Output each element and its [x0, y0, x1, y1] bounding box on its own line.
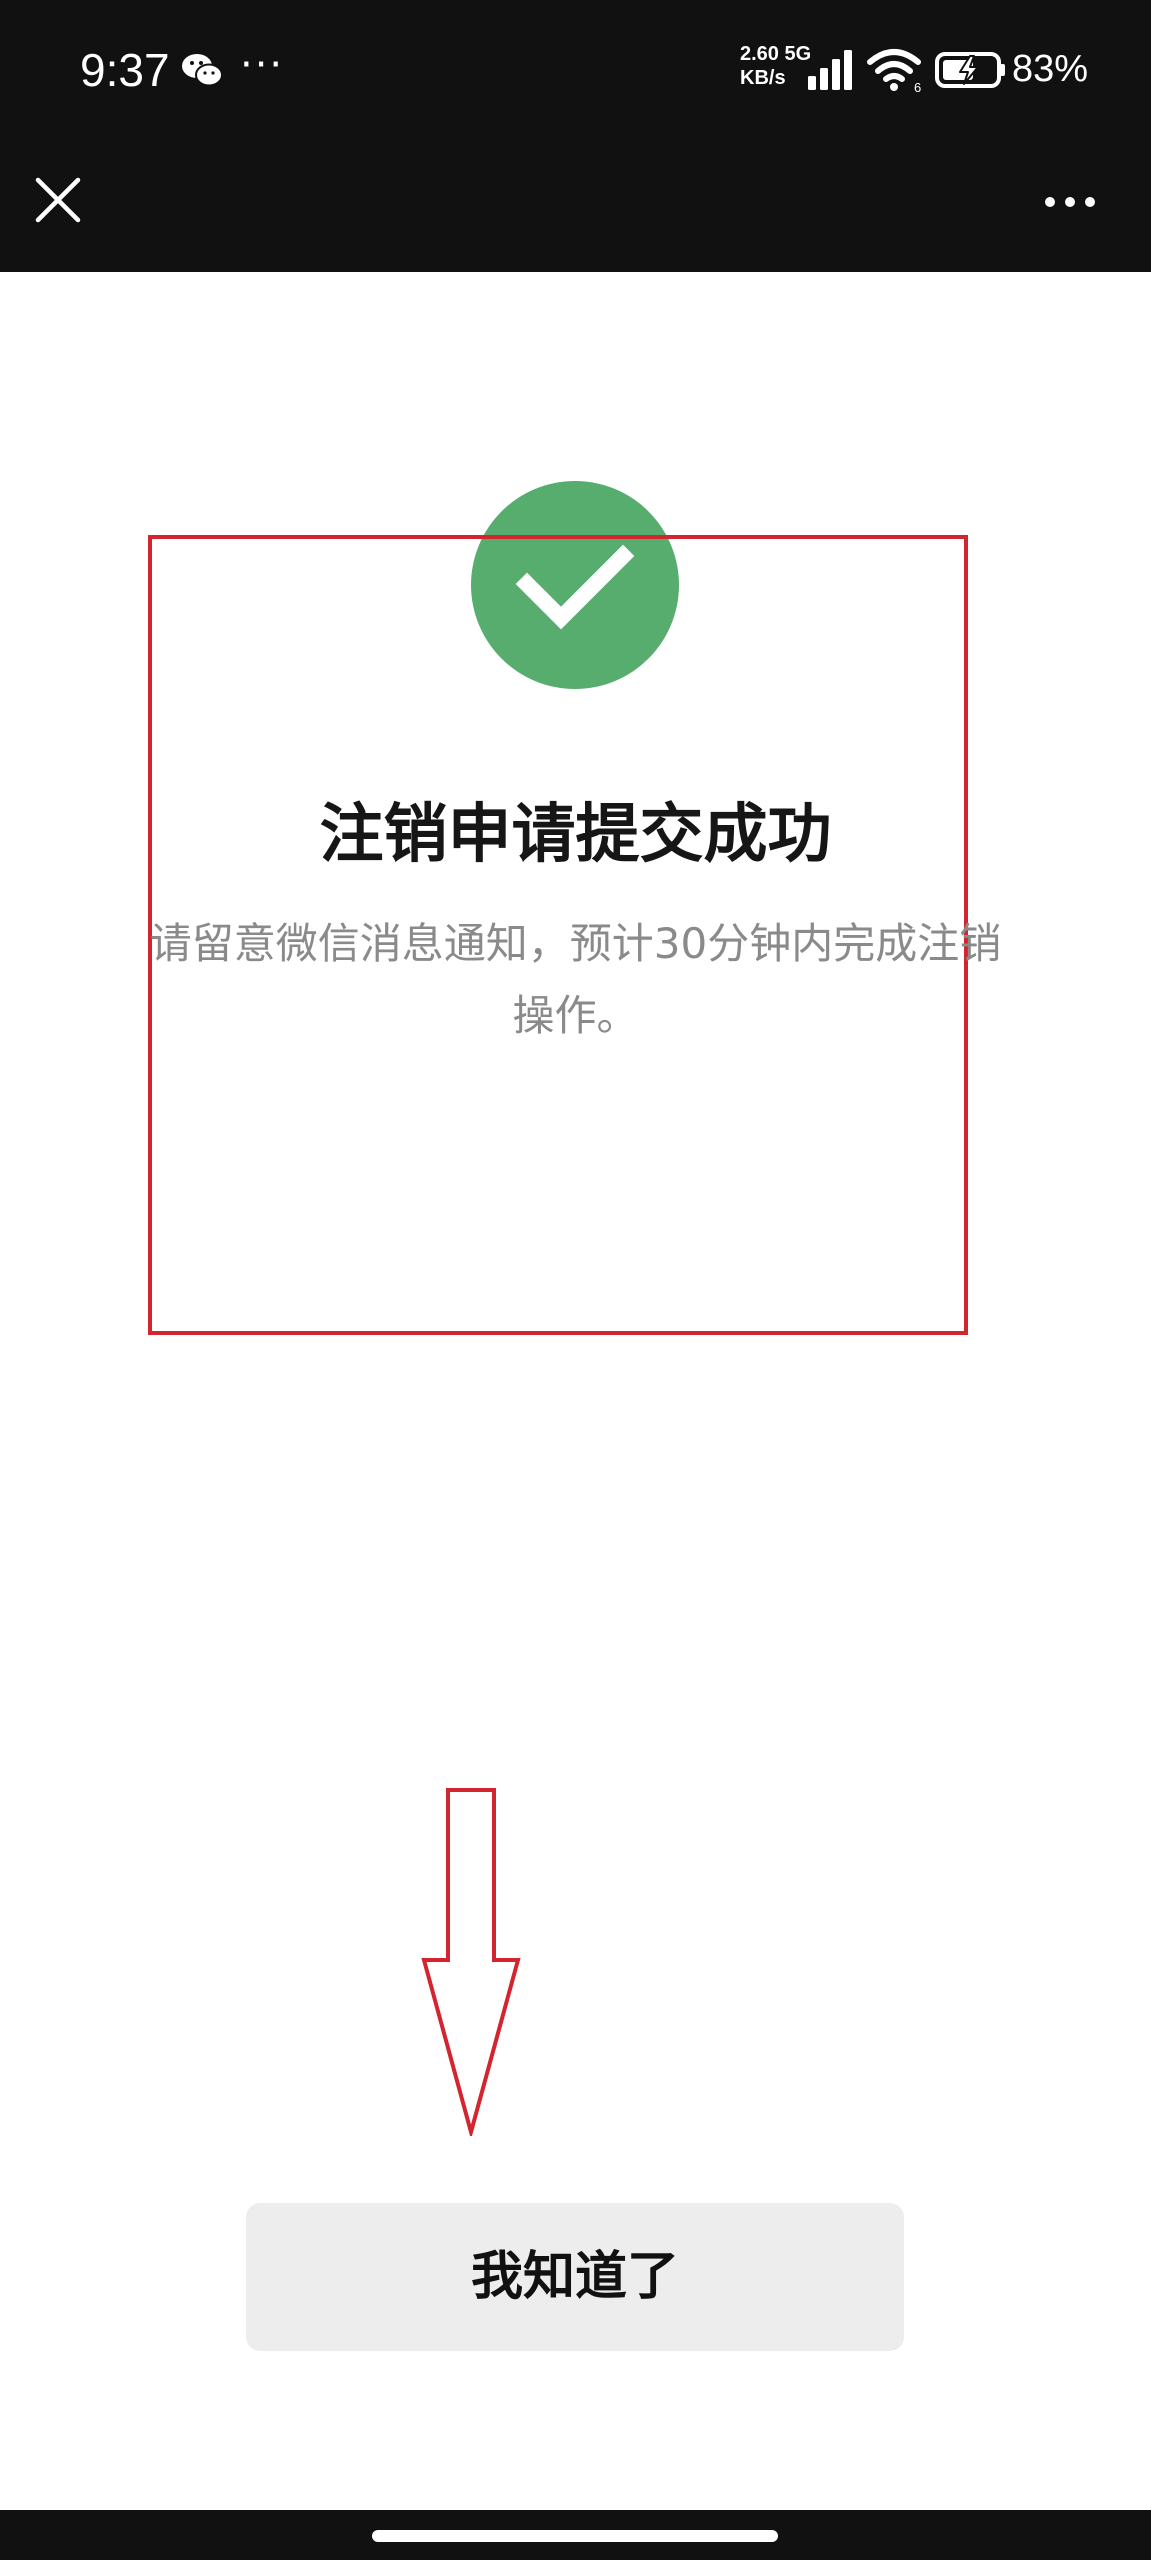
gesture-bar — [0, 2510, 1151, 2560]
acknowledge-button[interactable]: 我知道了 — [246, 2203, 904, 2351]
home-indicator[interactable] — [372, 2530, 778, 2542]
battery-percentage: 83% — [1012, 48, 1089, 90]
signal-icon — [806, 48, 858, 92]
nav-bar — [0, 140, 1151, 272]
wifi-badge: 6 — [914, 80, 921, 94]
more-menu-button[interactable] — [1040, 182, 1100, 222]
more-icon — [1045, 197, 1095, 207]
page-title: 注销申请提交成功 — [319, 798, 832, 872]
annotation-arrow-icon — [421, 1788, 521, 2136]
status-bar: 9:37 ··· 2.60 5G KB/s 6 83% — [0, 0, 1151, 140]
net-speed-value: 2.60 — [740, 43, 779, 65]
status-time: 9:37 — [80, 44, 170, 96]
status-more-dots: ··· — [240, 42, 285, 88]
page-description: 请留意微信消息通知，预计30分钟内完成注销操作。 — [149, 919, 1002, 1040]
close-button[interactable] — [28, 170, 88, 230]
battery-charging-icon — [934, 50, 1008, 90]
wifi-icon: 6 — [866, 46, 926, 95]
wechat-icon — [180, 50, 224, 90]
close-icon — [35, 177, 81, 223]
